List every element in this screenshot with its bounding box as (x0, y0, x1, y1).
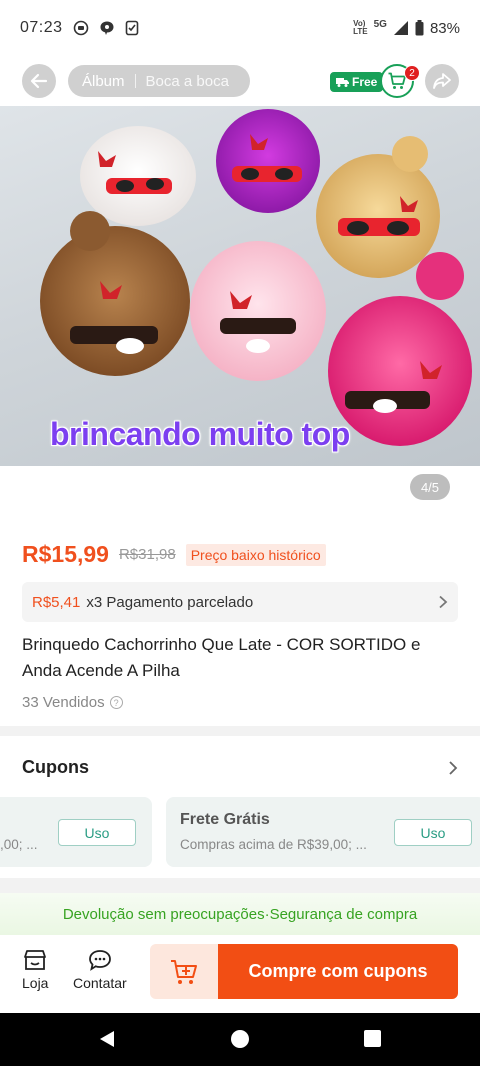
product-gallery[interactable]: brincando muito top (0, 106, 480, 466)
price-row: R$15,99 R$31,98 Preço baixo histórico (22, 541, 326, 568)
chevron-right-icon (449, 760, 458, 775)
coupons-heading: Cupons (22, 757, 89, 777)
section-divider (0, 878, 480, 893)
sold-text: 33 Vendidos (22, 694, 105, 711)
carrier-bottom: LTE (353, 27, 368, 36)
network-type: 5G (373, 19, 387, 30)
question-mark-icon[interactable]: ? (109, 696, 123, 709)
chat-bubble-icon (100, 21, 114, 35)
nav-home-icon[interactable] (230, 1029, 250, 1049)
add-to-cart-button[interactable] (150, 944, 218, 999)
installment-text: x3 Pagamento parcelado (86, 593, 254, 611)
status-time: 07:23 (20, 19, 63, 36)
store-button[interactable]: Loja (22, 949, 48, 991)
signal-icon (393, 21, 408, 35)
use-coupon-button[interactable]: Uso (394, 819, 472, 846)
product-page: 07:23 Vo) LTE 5G 83% brincando muito top… (0, 0, 480, 1066)
contact-label: Contatar (73, 975, 127, 991)
truck-icon (336, 78, 349, 87)
top-bar: Álbum Boca a boca Free 2 (0, 60, 480, 104)
store-icon (24, 950, 47, 970)
current-price: R$15,99 (22, 541, 109, 567)
gallery-tabs: Álbum Boca a boca (68, 65, 250, 97)
installment-amount: R$5,41 (32, 593, 81, 611)
installment-row[interactable]: R$5,41 x3 Pagamento parcelado (22, 582, 458, 622)
tab-reviews[interactable]: Boca a boca (146, 73, 229, 90)
status-bar: 07:23 Vo) LTE 5G 83% (0, 0, 480, 56)
buy-with-coupons-button[interactable]: Compre com cupons (218, 944, 458, 999)
nav-recents-icon[interactable] (364, 1030, 381, 1047)
purchase-guarantee-banner: Devolução sem preocupações·Segurança de … (0, 893, 480, 935)
section-divider (0, 726, 480, 736)
battery-icon (415, 20, 424, 36)
coupon-title: Frete Grátis (180, 811, 270, 828)
video-caption: brincando muito top (50, 416, 350, 452)
coupon-card-free-shipping: Frete Grátis Compras acima de R$39,00; .… (166, 797, 480, 867)
clipboard-icon (125, 20, 138, 36)
original-price: R$31,98 (118, 546, 176, 563)
store-label: Loja (22, 975, 49, 991)
tab-separator (134, 74, 136, 88)
back-button[interactable] (22, 64, 56, 98)
use-coupon-button[interactable]: Uso (58, 819, 136, 846)
lowest-price-badge: Preço baixo histórico (185, 543, 326, 566)
product-photo (40, 109, 472, 446)
add-to-cart-icon (171, 959, 197, 984)
free-label: Free (352, 75, 378, 89)
sold-count: 33 Vendidos ? (22, 694, 123, 711)
coupon-subtitle: ,00; ... (0, 837, 38, 852)
contact-button[interactable]: Contatar (73, 949, 127, 991)
system-navigation-bar (0, 1013, 480, 1066)
coupon-card: ,00; ... Uso (0, 797, 152, 867)
nav-back-icon[interactable] (98, 1029, 116, 1049)
share-button[interactable] (425, 64, 459, 98)
gallery-page-indicator: 4/5 (410, 474, 450, 500)
product-title: Brinquedo Cachorrinho Que Late - COR SOR… (22, 635, 421, 680)
battery-percent: 83% (429, 19, 460, 37)
coupon-subtitle: Compras acima de R$39,00; ... (180, 837, 367, 852)
cart-count-badge: 2 (404, 65, 420, 81)
arrow-left-icon (30, 73, 48, 89)
chevron-right-icon (439, 595, 448, 609)
bottom-action-bar: Loja Contatar Compre com cupons (0, 935, 480, 1013)
share-arrow-icon (433, 73, 451, 89)
tab-album[interactable]: Álbum (82, 73, 125, 90)
notification-app-icon (73, 20, 88, 36)
free-shipping-badge: Free (330, 72, 384, 92)
coupons-header[interactable]: Cupons (22, 757, 458, 778)
chat-icon (88, 950, 111, 971)
